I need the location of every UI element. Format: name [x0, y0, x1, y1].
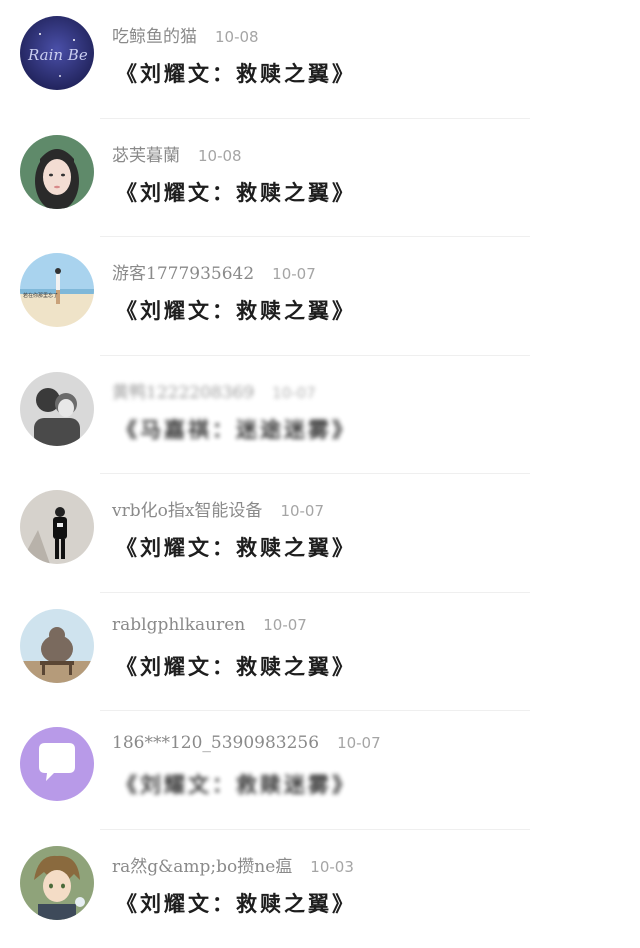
- username[interactable]: ra然g&amp;bo攒ne瘟: [112, 852, 292, 877]
- comment-text: 《刘耀文：救赎之翼》: [116, 58, 356, 88]
- comment-item[interactable]: ra然g&amp;bo攒ne瘟 10-03 《刘耀文：救赎之翼》: [0, 830, 640, 948]
- comment-meta: 苾芙暮蘭 10-08: [112, 141, 242, 166]
- svg-text:若在你那里忘了: 若在你那里忘了: [23, 292, 58, 299]
- comment-date: 10-08: [215, 28, 259, 46]
- comment-text: 《刘耀文：救赎迷雾》: [116, 769, 356, 799]
- comment-meta: 186***120_5390983256 10-07: [112, 733, 381, 753]
- username[interactable]: 吃鲸鱼的猫: [112, 22, 197, 47]
- comment-meta: ra然g&amp;bo攒ne瘟 10-03: [112, 852, 354, 877]
- comment-date: 10-07: [272, 265, 316, 283]
- night-sky-text-avatar-icon[interactable]: Rain Be: [20, 16, 94, 90]
- comment-date: 10-08: [198, 147, 242, 165]
- couple-bw-avatar-icon[interactable]: [20, 372, 94, 446]
- comment-item[interactable]: 苾芙暮蘭 10-08 《刘耀文：救赎之翼》: [0, 119, 640, 238]
- beach-figure-avatar-icon[interactable]: 若在你那里忘了: [20, 253, 94, 327]
- comment-text: 《刘耀文：救赎之翼》: [116, 177, 356, 207]
- svg-text:Rain Be: Rain Be: [27, 46, 88, 64]
- comment-text: 《刘耀文：救赎之翼》: [116, 295, 356, 325]
- comment-item[interactable]: Rain Be 吃鲸鱼的猫 10-08 《刘耀文：救赎之翼》: [0, 0, 640, 119]
- comment-meta: rablgphlkauren 10-07: [112, 615, 307, 635]
- comment-list: Rain Be 吃鲸鱼的猫 10-08 《刘耀文：救赎之翼》 苾芙暮蘭 10-: [0, 0, 640, 948]
- username[interactable]: 186***120_5390983256: [112, 733, 319, 753]
- comment-item[interactable]: 黄鸭1222208369 10-07 《马嘉祺：迷途迷雾》: [0, 356, 640, 475]
- girl-portrait-avatar-icon[interactable]: [20, 135, 94, 209]
- comment-date: 10-07: [272, 384, 316, 402]
- comment-meta: vrb化o指x智能设备 10-07: [112, 496, 324, 521]
- comment-date: 10-03: [310, 858, 354, 876]
- comment-meta: 游客1777935642 10-07: [112, 259, 316, 284]
- man-standing-avatar-icon[interactable]: [20, 490, 94, 564]
- comment-text: 《马嘉祺：迷途迷雾》: [116, 414, 356, 444]
- elephant-bench-avatar-icon[interactable]: [20, 609, 94, 683]
- comment-item[interactable]: 186***120_5390983256 10-07 《刘耀文：救赎迷雾》: [0, 711, 640, 830]
- username[interactable]: rablgphlkauren: [112, 615, 245, 635]
- comment-meta: 黄鸭1222208369 10-07: [112, 378, 316, 403]
- comment-date: 10-07: [337, 734, 381, 752]
- comment-meta: 吃鲸鱼的猫 10-08: [112, 22, 259, 47]
- chat-bubble-avatar-icon[interactable]: [20, 727, 94, 801]
- comment-date: 10-07: [280, 502, 324, 520]
- comment-text: 《刘耀文：救赎之翼》: [116, 532, 356, 562]
- comment-item[interactable]: vrb化o指x智能设备 10-07 《刘耀文：救赎之翼》: [0, 474, 640, 593]
- username[interactable]: 游客1777935642: [112, 259, 254, 284]
- comment-item[interactable]: rablgphlkauren 10-07 《刘耀文：救赎之翼》: [0, 593, 640, 712]
- username[interactable]: 苾芙暮蘭: [112, 141, 180, 166]
- comment-text: 《刘耀文：救赎之翼》: [116, 888, 356, 918]
- comment-item[interactable]: 若在你那里忘了 游客1777935642 10-07 《刘耀文：救赎之翼》: [0, 237, 640, 356]
- username[interactable]: 黄鸭1222208369: [112, 378, 254, 403]
- comment-date: 10-07: [263, 616, 307, 634]
- comment-text: 《刘耀文：救赎之翼》: [116, 651, 356, 681]
- username[interactable]: vrb化o指x智能设备: [112, 496, 262, 521]
- anime-boy-avatar-icon[interactable]: [20, 846, 94, 920]
